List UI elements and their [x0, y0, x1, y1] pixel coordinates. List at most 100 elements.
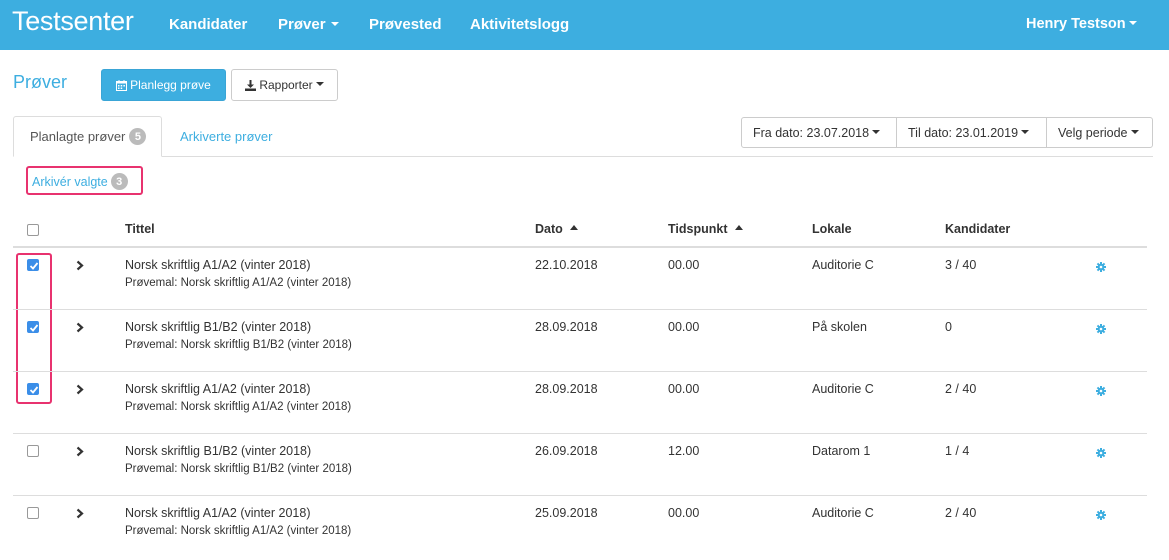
select-all-checkbox[interactable]: [27, 224, 39, 236]
sort-ascending-icon: [734, 225, 743, 231]
date-filter-group: Fra dato: 23.07.2018 Til dato: 23.01.201…: [741, 117, 1153, 148]
nav-item-label: Prøvested: [369, 16, 442, 33]
column-header-title: Tittel: [125, 222, 155, 236]
row-title[interactable]: Norsk skriftlig A1/A2 (vinter 2018): [125, 258, 311, 272]
tab-archived-tests[interactable]: Arkiverte prøver: [164, 116, 288, 157]
user-menu[interactable]: Henry Testson: [1026, 16, 1137, 32]
user-name: Henry Testson: [1026, 16, 1126, 32]
row-divider: [13, 309, 1147, 310]
chevron-right-icon[interactable]: [76, 260, 84, 271]
caret-down-icon: [1130, 129, 1139, 134]
sort-ascending-icon: [569, 225, 578, 231]
nav-item-label: Prøver: [278, 16, 326, 33]
row-room: Auditorie C: [812, 506, 874, 520]
archive-count-badge: 3: [110, 173, 128, 190]
row-time: 00.00: [668, 258, 700, 272]
caret-down-icon: [330, 22, 339, 27]
checkmark-icon: [29, 324, 39, 332]
row-template: Prøvemal: Norsk skriftlig B1/B2 (vinter …: [125, 339, 352, 351]
to-date-label: Til dato: 23.01.2019: [908, 125, 1019, 140]
archive-selected-link[interactable]: Arkivér valgte 3: [32, 173, 128, 190]
column-header-label: Dato: [535, 222, 563, 236]
row-template: Prøvemal: Norsk skriftlig A1/A2 (vinter …: [125, 277, 352, 289]
gear-icon[interactable]: [1096, 386, 1106, 396]
period-label: Velg periode: [1058, 125, 1128, 140]
row-title[interactable]: Norsk skriftlig B1/B2 (vinter 2018): [125, 320, 311, 334]
to-date-dropdown[interactable]: Til dato: 23.01.2019: [897, 118, 1047, 147]
page-title: Prøver: [13, 72, 67, 92]
row-time: 00.00: [668, 506, 700, 520]
row-candidates: 0: [945, 320, 952, 334]
column-header-time[interactable]: Tidspunkt: [668, 222, 743, 236]
from-date-dropdown[interactable]: Fra dato: 23.07.2018: [742, 118, 897, 147]
row-divider: [13, 495, 1147, 496]
nav-item-kandidater[interactable]: Kandidater: [169, 16, 247, 33]
tab-label: Arkiverte prøver: [180, 129, 273, 144]
plan-test-button[interactable]: Planlegg prøve: [101, 69, 226, 101]
row-candidates: 2 / 40: [945, 382, 977, 396]
row-candidates: 2 / 40: [945, 506, 977, 520]
row-checkbox[interactable]: [27, 445, 39, 457]
download-icon: [245, 79, 257, 91]
row-room: Auditorie C: [812, 382, 874, 396]
top-navbar: Testsenter Kandidater Prøver Prøvested A…: [0, 0, 1169, 50]
gear-icon[interactable]: [1096, 262, 1106, 272]
nav-item-prover[interactable]: Prøver: [278, 16, 339, 33]
row-title[interactable]: Norsk skriftlig B1/B2 (vinter 2018): [125, 444, 311, 458]
checkmark-icon: [29, 386, 39, 394]
caret-down-icon: [872, 129, 881, 134]
row-room: På skolen: [812, 320, 867, 334]
table-header-divider: [13, 246, 1147, 248]
tab-planned-tests[interactable]: Planlagte prøver 5: [13, 116, 162, 157]
nav-item-aktivitetslogg[interactable]: Aktivitetslogg: [470, 16, 569, 33]
row-candidates: 1 / 4: [945, 444, 970, 458]
chevron-right-icon[interactable]: [76, 508, 84, 519]
caret-down-icon: [1021, 129, 1030, 134]
row-room: Auditorie C: [812, 258, 874, 272]
nav-item-label: Kandidater: [169, 16, 248, 33]
gear-icon[interactable]: [1096, 510, 1106, 520]
row-checkbox[interactable]: [27, 507, 39, 519]
caret-down-icon: [1128, 21, 1137, 26]
row-title[interactable]: Norsk skriftlig A1/A2 (vinter 2018): [125, 382, 311, 396]
reports-label: Rapporter: [259, 78, 313, 92]
row-date: 26.09.2018: [535, 444, 598, 458]
chevron-right-icon[interactable]: [76, 322, 84, 333]
row-date: 28.09.2018: [535, 382, 598, 396]
gear-icon[interactable]: [1096, 324, 1106, 334]
checkmark-icon: [29, 262, 39, 270]
period-dropdown[interactable]: Velg periode: [1047, 118, 1152, 147]
row-time: 12.00: [668, 444, 700, 458]
row-checkbox[interactable]: [27, 259, 39, 271]
chevron-right-icon[interactable]: [76, 446, 84, 457]
chevron-right-icon[interactable]: [76, 384, 84, 395]
row-template: Prøvemal: Norsk skriftlig B1/B2 (vinter …: [125, 463, 352, 475]
row-divider: [13, 433, 1147, 434]
row-time: 00.00: [668, 320, 700, 334]
plan-test-label: Planlegg prøve: [130, 78, 211, 92]
row-divider: [13, 371, 1147, 372]
nav-item-provested[interactable]: Prøvested: [369, 16, 442, 33]
row-date: 28.09.2018: [535, 320, 598, 334]
row-checkbox[interactable]: [27, 321, 39, 333]
calendar-icon: [116, 79, 128, 91]
brand-logo[interactable]: Testsenter: [12, 6, 134, 37]
planned-count-badge: 5: [129, 128, 147, 145]
row-date: 22.10.2018: [535, 258, 598, 272]
row-checkbox[interactable]: [27, 383, 39, 395]
gear-icon[interactable]: [1096, 448, 1106, 458]
column-header-room: Lokale: [812, 222, 852, 236]
row-candidates: 3 / 40: [945, 258, 977, 272]
column-header-candidates: Kandidater: [945, 222, 1011, 236]
row-template: Prøvemal: Norsk skriftlig A1/A2 (vinter …: [125, 525, 352, 537]
tab-label: Planlagte prøver: [30, 129, 126, 144]
row-room: Datarom 1: [812, 444, 871, 458]
archive-selected-label: Arkivér valgte: [32, 174, 108, 189]
reports-dropdown-button[interactable]: Rapporter: [231, 69, 338, 101]
column-header-date[interactable]: Dato: [535, 222, 578, 236]
row-time: 00.00: [668, 382, 700, 396]
caret-down-icon: [315, 82, 324, 86]
row-date: 25.09.2018: [535, 506, 598, 520]
row-title[interactable]: Norsk skriftlig A1/A2 (vinter 2018): [125, 506, 311, 520]
column-header-label: Tidspunkt: [668, 222, 728, 236]
